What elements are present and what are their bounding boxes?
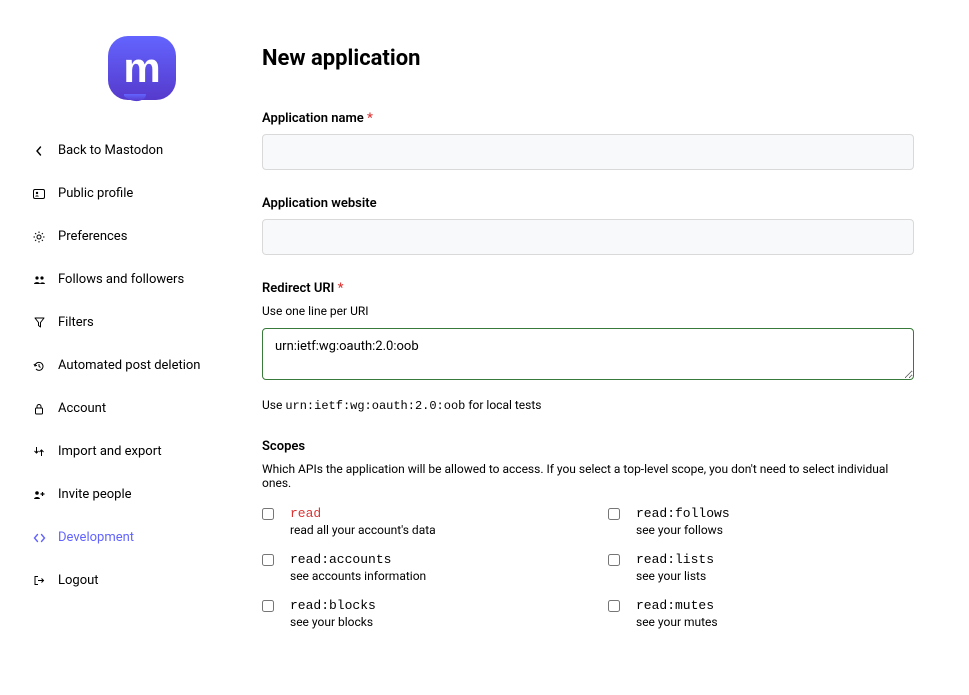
nav-follows-followers[interactable]: Follows and followers [30, 263, 230, 296]
scope-read-accounts: read:accounts see accounts information [262, 552, 568, 584]
scope-checkbox[interactable] [608, 600, 620, 612]
page-title: New application [262, 46, 914, 71]
redirect-uri-posthint: Use urn:ietf:wg:oauth:2.0:oob for local … [262, 398, 914, 413]
nav-preferences[interactable]: Preferences [30, 220, 230, 253]
app-website-input[interactable] [262, 219, 914, 255]
scope-checkbox[interactable] [262, 508, 274, 520]
nav-label: Invite people [58, 487, 132, 502]
mastodon-logo: m [102, 30, 182, 110]
history-icon [32, 359, 46, 373]
code-icon [32, 531, 46, 545]
scope-desc: read all your account's data [290, 523, 436, 537]
main-content: New application Application name * Appli… [250, 0, 950, 695]
app-name-label: Application name * [262, 111, 914, 126]
nav-filters[interactable]: Filters [30, 306, 230, 339]
app-name-input[interactable] [262, 134, 914, 170]
nav-account[interactable]: Account [30, 392, 230, 425]
nav-label: Automated post deletion [58, 358, 200, 373]
nav-label: Follows and followers [58, 272, 184, 287]
nav-label: Import and export [58, 444, 162, 459]
nav-back-to-mastodon[interactable]: Back to Mastodon [30, 134, 230, 167]
nav-label: Public profile [58, 186, 133, 201]
scope-read: read read all your account's data [262, 506, 568, 538]
scope-desc: see your follows [636, 523, 723, 537]
scope-checkbox[interactable] [608, 508, 620, 520]
people-icon [32, 273, 46, 287]
nav-label: Account [58, 401, 106, 416]
sidebar: m Back to Mastodon Public profile Prefer… [0, 0, 250, 695]
card-icon [32, 187, 46, 201]
scope-read-follows: read:follows see your follows [608, 506, 914, 538]
scope-name: read:follows [636, 506, 914, 521]
scope-checkbox[interactable] [608, 554, 620, 566]
nav-label: Preferences [58, 229, 127, 244]
chevron-left-icon [32, 144, 46, 158]
scopes-grid: read read all your account's data read:f… [262, 506, 914, 630]
scope-checkbox[interactable] [262, 554, 274, 566]
scope-name: read [290, 506, 568, 521]
nav-label: Filters [58, 315, 94, 330]
scope-read-blocks: read:blocks see your blocks [262, 598, 568, 630]
redirect-uri-label: Redirect URI * [262, 281, 914, 296]
redirect-uri-hint: Use one line per URI [262, 304, 914, 318]
scopes-label: Scopes [262, 439, 914, 454]
scopes-hint: Which APIs the application will be allow… [262, 462, 914, 490]
scope-name: read:accounts [290, 552, 568, 567]
scope-checkbox[interactable] [262, 600, 274, 612]
nav-label: Development [58, 530, 134, 545]
scope-desc: see your blocks [290, 615, 373, 629]
svg-text:m: m [123, 44, 160, 91]
field-app-name: Application name * [262, 111, 914, 170]
gear-icon [32, 230, 46, 244]
field-scopes: Scopes Which APIs the application will b… [262, 439, 914, 630]
invite-icon [32, 488, 46, 502]
import-export-icon [32, 445, 46, 459]
filter-icon [32, 316, 46, 330]
scope-name: read:blocks [290, 598, 568, 613]
nav-label: Back to Mastodon [58, 143, 163, 158]
scope-desc: see your mutes [636, 615, 718, 629]
scope-name: read:lists [636, 552, 914, 567]
nav-import-export[interactable]: Import and export [30, 435, 230, 468]
lock-icon [32, 402, 46, 416]
nav-development[interactable]: Development [30, 521, 230, 554]
scope-name: read:mutes [636, 598, 914, 613]
redirect-uri-input[interactable]: urn:ietf:wg:oauth:2.0:oob [262, 328, 914, 380]
field-redirect-uri: Redirect URI * Use one line per URI urn:… [262, 281, 914, 413]
nav-automated-post-deletion[interactable]: Automated post deletion [30, 349, 230, 382]
app-website-label: Application website [262, 196, 914, 211]
field-app-website: Application website [262, 196, 914, 255]
nav-invite-people[interactable]: Invite people [30, 478, 230, 511]
scope-read-lists: read:lists see your lists [608, 552, 914, 584]
nav-public-profile[interactable]: Public profile [30, 177, 230, 210]
scope-read-mutes: read:mutes see your mutes [608, 598, 914, 630]
